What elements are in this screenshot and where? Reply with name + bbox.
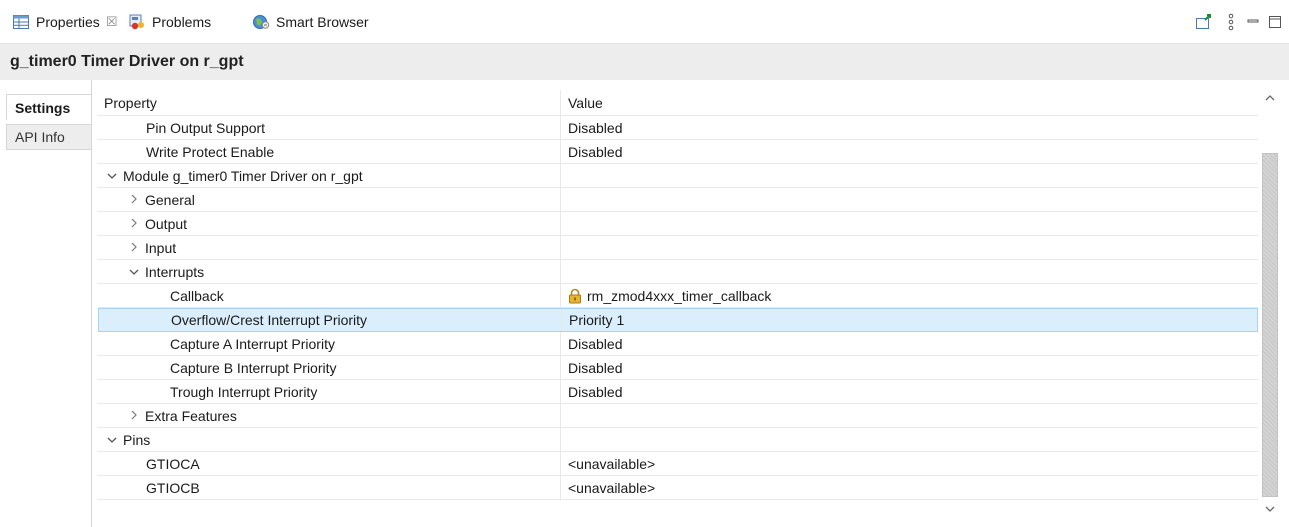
table-row[interactable]: Module g_timer0 Timer Driver on r_gpt [98,164,1258,188]
properties-icon [12,13,30,31]
property-value[interactable]: Disabled [568,360,622,376]
tab-smart-browser-label: Smart Browser [276,14,369,30]
tab-properties[interactable]: Properties ☒ [12,10,117,34]
chevron-right-icon[interactable] [126,240,142,255]
property-value[interactable]: Disabled [568,120,622,136]
scroll-up-icon[interactable] [1261,88,1279,106]
table-row[interactable]: Pin Output Support Disabled [98,116,1258,140]
table-row[interactable]: Pins [98,428,1258,452]
property-sections-tabs: Settings API Info [0,80,92,527]
property-table: Property Value Pin Output Support Disabl… [98,90,1258,500]
property-value[interactable]: <unavailable> [568,480,655,496]
table-row[interactable]: Callback rm_zmod4xxx_timer_callback [98,284,1258,308]
globe-icon [252,13,270,31]
table-row[interactable]: Trough Interrupt Priority Disabled [98,380,1258,404]
property-value[interactable]: Disabled [568,336,622,352]
property-label: Write Protect Enable [146,143,275,160]
property-label: Interrupts [145,263,205,280]
table-row[interactable]: Capture A Interrupt Priority Disabled [98,332,1258,356]
divider [91,80,92,527]
table-row[interactable]: Output [98,212,1258,236]
table-row[interactable]: Extra Features [98,404,1258,428]
scroll-down-icon[interactable] [1261,500,1279,518]
property-label: Pins [123,431,151,448]
property-label: GTIOCB [146,479,200,496]
chevron-down-icon[interactable] [104,432,120,447]
property-label: Capture A Interrupt Priority [170,335,335,352]
tab-settings[interactable]: Settings [6,94,92,120]
table-row[interactable]: Capture B Interrupt Priority Disabled [98,356,1258,380]
property-label: Callback [170,287,224,304]
lock-icon [568,288,582,304]
property-label: Capture B Interrupt Priority [170,359,337,376]
tab-problems-label: Problems [152,14,212,30]
table-row[interactable]: General [98,188,1258,212]
property-label: Trough Interrupt Priority [170,383,318,400]
property-label: General [145,191,195,208]
pin-icon[interactable] [1194,12,1214,32]
tab-problems[interactable]: Problems [128,10,211,34]
tab-properties-label: Properties [36,14,100,30]
problems-icon [128,13,146,31]
column-header-property[interactable]: Property [98,90,560,115]
property-value[interactable]: <unavailable> [568,456,655,472]
view-menu-icon[interactable] [1221,12,1241,32]
tab-api-info[interactable]: API Info [6,124,92,150]
table-row[interactable]: GTIOCA <unavailable> [98,452,1258,476]
table-row[interactable]: Input [98,236,1258,260]
property-label: Overflow/Crest Interrupt Priority [171,312,368,328]
property-label: Extra Features [145,407,237,424]
chevron-right-icon[interactable] [126,408,142,423]
page-title: g_timer0 Timer Driver on r_gpt [0,44,1289,80]
close-icon[interactable]: ☒ [106,14,118,30]
table-row-selected[interactable]: Overflow/Crest Interrupt Priority Priori… [98,308,1258,332]
table-row[interactable]: GTIOCB <unavailable> [98,476,1258,500]
property-label: Pin Output Support [146,119,266,136]
minimize-icon[interactable] [1243,12,1263,32]
chevron-down-icon[interactable] [126,264,142,279]
property-value[interactable]: rm_zmod4xxx_timer_callback [587,288,771,304]
tab-smart-browser[interactable]: Smart Browser [252,10,369,34]
table-header: Property Value [98,90,1258,116]
view-tab-bar: Properties ☒ Problems Smart Browser [0,0,1289,44]
table-row[interactable]: Write Protect Enable Disabled [98,140,1258,164]
scrollbar-thumb[interactable] [1262,153,1278,497]
chevron-right-icon[interactable] [126,192,142,207]
chevron-down-icon[interactable] [104,168,120,183]
property-value[interactable]: Disabled [568,144,622,160]
property-label: Module g_timer0 Timer Driver on r_gpt [123,167,363,184]
table-row[interactable]: Interrupts [98,260,1258,284]
property-value[interactable]: Disabled [568,384,622,400]
property-value[interactable]: Priority 1 [569,312,624,328]
property-label: Output [145,215,188,232]
property-label: GTIOCA [146,455,200,472]
column-header-value[interactable]: Value [560,90,1258,115]
property-label: Input [145,239,177,256]
chevron-right-icon[interactable] [126,216,142,231]
maximize-icon[interactable] [1265,12,1285,32]
